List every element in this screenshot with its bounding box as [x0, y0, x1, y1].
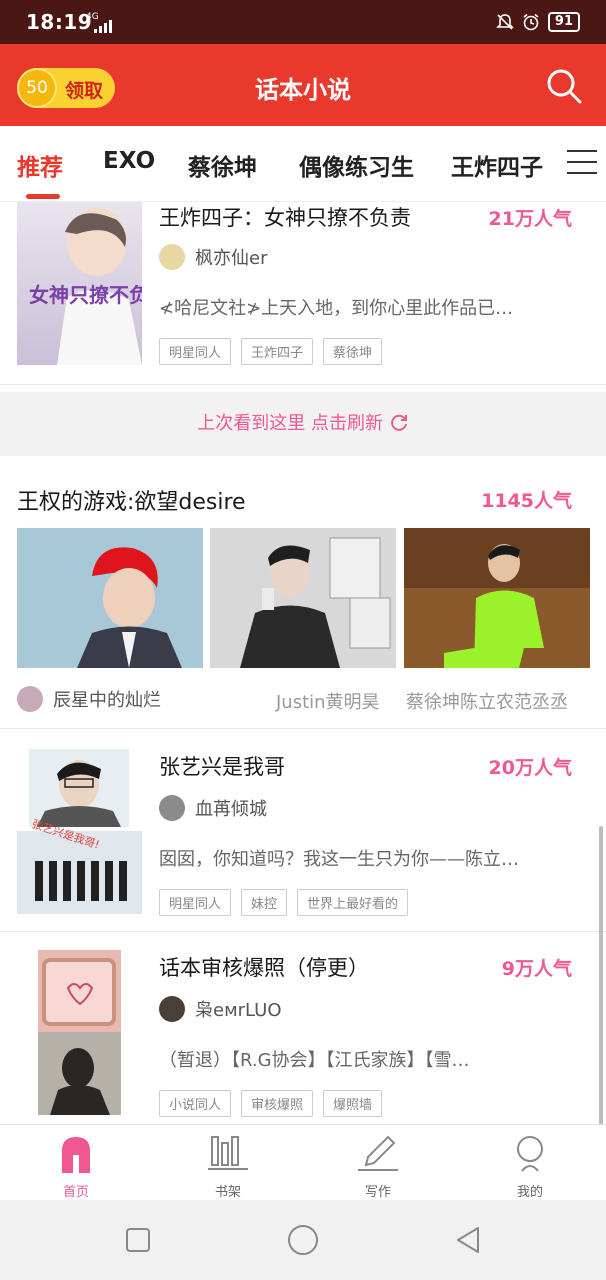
book-cover: 张艺兴是我哥! — [17, 749, 142, 914]
gallery-card[interactable]: 王权的游戏:欲望desire 1145人气 辰星中的灿烂 Justin黄明昊 蔡… — [0, 456, 606, 728]
status-time: 18:19 — [26, 10, 93, 34]
book-description: （暂退）【R.G协会】【江氏家族】【雪… — [159, 1050, 470, 1071]
book-title: 王炸四子：女神只撩不负责 — [159, 206, 411, 230]
active-tab-indicator — [26, 194, 60, 199]
tag-list: 明星同人 妹控 世界上最好看的 — [159, 889, 409, 916]
book-description: ≮哈尼文社≯上天入地，到你心里此作品已… — [159, 298, 514, 319]
book-title: 话本审核爆照（停更） — [159, 956, 369, 980]
tag[interactable]: 妹控 — [241, 889, 288, 916]
tag[interactable]: 明星同人 — [159, 338, 232, 365]
divider — [0, 384, 606, 385]
nav-label: 我的 — [516, 1185, 543, 1200]
author-name: 辰星中的灿烂 — [53, 690, 161, 711]
cover-title: 女神只撩不负责 — [29, 283, 142, 307]
refresh-text: 上次看到这里 点击刷新 — [197, 413, 383, 434]
nav-home[interactable]: 首页 — [36, 1133, 116, 1200]
author-name: 血苒倾城 — [195, 799, 267, 820]
bookshelf-icon — [208, 1136, 248, 1170]
tag[interactable]: 王炸四子 — [241, 338, 314, 365]
tab-idol-producer[interactable]: 偶像练习生 — [299, 148, 414, 182]
tab-wangzha-sizi[interactable]: 王炸四子 — [451, 148, 543, 182]
book-card[interactable]: 话本审核爆照（停更） 9万人气 枭eмrLUO （暂退）【R.G协会】【江氏家族… — [0, 932, 606, 1124]
back-icon[interactable] — [454, 1226, 482, 1254]
tag-list: 小说同人 审核爆照 爆照墙 — [159, 1090, 383, 1117]
tab-caixukun[interactable]: 蔡徐坤 — [188, 148, 257, 182]
feed-list: 女神只撩不负责 王炸四子：女神只撩不负责 21万人气 枫亦仙er ≮哈尼文社≯上… — [0, 202, 606, 1124]
author-avatar — [159, 795, 185, 821]
system-navigation-bar — [0, 1200, 606, 1280]
nav-bookshelf[interactable]: 书架 — [188, 1133, 268, 1200]
signal-icon — [94, 20, 112, 33]
tag-list: 明星同人 王炸四子 蔡徐坤 — [159, 338, 383, 365]
mute-icon — [495, 14, 514, 30]
tag[interactable]: 蔡徐坤 — [323, 338, 383, 365]
category-tabs: 推荐 EXO 蔡徐坤 偶像练习生 王炸四子 — [0, 126, 606, 202]
tag[interactable]: 世界上最好看的 — [297, 889, 409, 916]
author-name: 枭eмrLUO — [195, 1000, 282, 1021]
author-row: 辰星中的灿烂 — [17, 686, 161, 712]
book-cover: 女神只撩不负责 — [17, 202, 142, 365]
book-title: 张艺兴是我哥 — [159, 755, 285, 779]
nav-label: 首页 — [62, 1185, 89, 1200]
book-card[interactable]: 张艺兴是我哥! 张艺兴是我哥 20万人气 血苒倾城 囡囡，你知道吗？我这一生只为… — [0, 729, 606, 931]
pencil-icon — [358, 1135, 398, 1171]
status-bar: 18:19 4G 91 — [0, 0, 606, 44]
author-row: 血苒倾城 — [159, 795, 267, 821]
refresh-prompt[interactable]: 上次看到这里 点击刷新 — [0, 392, 606, 456]
book-card[interactable]: 女神只撩不负责 王炸四子：女神只撩不负责 21万人气 枫亦仙er ≮哈尼文社≯上… — [0, 202, 606, 384]
nav-profile[interactable]: 我的 — [490, 1133, 570, 1200]
app-title: 话本小说 — [255, 76, 351, 104]
author-row: 枭eмrLUO — [159, 996, 282, 1022]
author-avatar — [17, 686, 43, 712]
popularity-count: 1145人气 — [481, 490, 572, 512]
author-avatar — [159, 244, 185, 270]
menu-icon[interactable] — [567, 150, 597, 176]
nav-label: 写作 — [364, 1185, 391, 1200]
refresh-icon — [390, 414, 407, 431]
alarm-icon — [523, 13, 539, 31]
scrollbar[interactable] — [599, 826, 603, 1124]
profile-icon — [517, 1136, 543, 1172]
book-cover — [38, 950, 121, 1115]
author-avatar — [159, 996, 185, 1022]
tag[interactable]: 明星同人 — [159, 889, 232, 916]
gallery-image — [404, 528, 590, 668]
book-description: 囡囡，你知道吗？我这一生只为你——陈立… — [159, 849, 519, 870]
home-button-icon[interactable] — [287, 1224, 319, 1256]
battery-indicator: 91 — [547, 12, 580, 32]
tag[interactable]: 审核爆照 — [241, 1090, 314, 1117]
popularity-count: 21万人气 — [488, 208, 572, 230]
author-name: 枫亦仙er — [195, 248, 268, 269]
gallery-title: 王权的游戏:欲望desire — [17, 490, 246, 515]
actor-label: 蔡徐坤陈立农范丞丞 — [406, 692, 568, 713]
gallery-image — [210, 528, 396, 668]
tag[interactable]: 爆照墙 — [323, 1090, 383, 1117]
bottom-navigation: 首页 书架 写作 我的 — [0, 1124, 606, 1200]
search-icon[interactable] — [544, 66, 584, 106]
popularity-count: 9万人气 — [501, 958, 572, 980]
tab-exo[interactable]: EXO — [103, 148, 155, 174]
nav-label: 书架 — [214, 1185, 241, 1200]
actor-label: Justin黄明昊 — [276, 692, 380, 713]
home-icon — [62, 1137, 90, 1173]
app-header: 50 领取 话本小说 — [0, 44, 606, 126]
popularity-count: 20万人气 — [488, 757, 572, 779]
tab-recommend[interactable]: 推荐 — [17, 148, 63, 182]
nav-write[interactable]: 写作 — [338, 1133, 418, 1200]
gallery-image — [17, 528, 203, 668]
recent-apps-icon[interactable] — [126, 1228, 150, 1252]
author-row: 枫亦仙er — [159, 244, 267, 270]
tag[interactable]: 小说同人 — [159, 1090, 232, 1117]
